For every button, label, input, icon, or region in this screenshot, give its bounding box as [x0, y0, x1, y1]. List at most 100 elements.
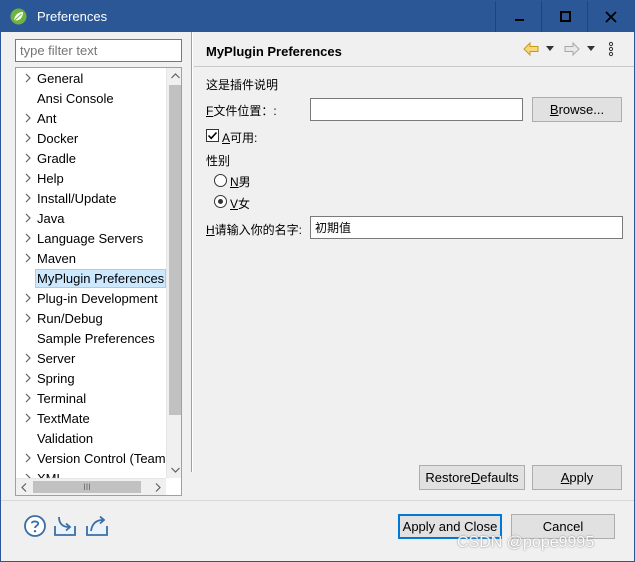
- scroll-left-arrow-icon[interactable]: [16, 479, 32, 495]
- chevron-right-icon[interactable]: [23, 171, 33, 185]
- tree-item[interactable]: Java: [16, 208, 166, 228]
- tree-item-label: Ansi Console: [37, 91, 114, 106]
- chevron-right-icon[interactable]: [23, 71, 33, 85]
- tree-item-label: Plug-in Development: [37, 291, 158, 306]
- restore-defaults-button[interactable]: Restore Defaults: [419, 465, 525, 490]
- tree-item-label: Java: [37, 211, 65, 226]
- tree-item[interactable]: Gradle: [16, 148, 166, 168]
- chevron-right-icon[interactable]: [23, 371, 33, 385]
- chevron-right-icon[interactable]: [23, 211, 33, 225]
- tree-item-label: Gradle: [37, 151, 77, 166]
- tree-item[interactable]: Ant: [16, 108, 166, 128]
- tree-item-label: Help: [37, 171, 64, 186]
- radio-male-label[interactable]: N男: [230, 173, 251, 190]
- dialog-content: General Ansi Console Ant Docker Gradle Help In…: [1, 32, 634, 561]
- tree-item-label: TextMate: [37, 411, 90, 426]
- back-dropdown-icon[interactable]: [546, 46, 554, 52]
- tree-item[interactable]: MyPlugin Preferences: [16, 268, 166, 288]
- gender-group-label: 性别: [206, 154, 231, 168]
- enabled-checkbox[interactable]: [206, 129, 219, 142]
- tree-item[interactable]: TextMate: [16, 408, 166, 428]
- tree-item-label: XML: [37, 471, 64, 478]
- scroll-right-arrow-icon[interactable]: [150, 479, 166, 495]
- preference-tree[interactable]: General Ansi Console Ant Docker Gradle Help In…: [15, 67, 182, 496]
- tree-item-label: General: [37, 71, 84, 86]
- chevron-right-icon[interactable]: [23, 111, 33, 125]
- chevron-right-icon[interactable]: [23, 411, 33, 425]
- minimize-icon: [514, 19, 524, 21]
- tree-item-label: Validation: [37, 431, 94, 446]
- enabled-checkbox-label[interactable]: A可用:: [222, 129, 257, 146]
- filter-input[interactable]: [15, 39, 182, 62]
- radio-female-label[interactable]: V女: [230, 195, 250, 212]
- help-icon[interactable]: [23, 514, 47, 538]
- apply-button[interactable]: Apply: [532, 465, 622, 490]
- tree-item[interactable]: Spring: [16, 368, 166, 388]
- tree-item[interactable]: Run/Debug: [16, 308, 166, 328]
- close-button[interactable]: [588, 1, 634, 32]
- minimize-button[interactable]: [496, 1, 542, 32]
- chevron-right-icon[interactable]: [23, 311, 33, 325]
- scroll-grip-glyph: III: [83, 482, 91, 492]
- tree-item[interactable]: Validation: [16, 428, 166, 448]
- forward-dropdown-icon[interactable]: [587, 46, 595, 52]
- radio-male[interactable]: [214, 174, 227, 187]
- tree-item[interactable]: Terminal: [16, 388, 166, 408]
- chevron-right-icon[interactable]: [23, 471, 33, 478]
- chevron-right-icon[interactable]: [23, 291, 33, 305]
- chevron-right-icon[interactable]: [23, 251, 33, 265]
- watermark-text: CSDN @pope9995: [457, 534, 595, 551]
- name-input[interactable]: [310, 216, 623, 239]
- tree-horizontal-scrollbar[interactable]: III: [16, 478, 166, 495]
- tree-item-label: Run/Debug: [37, 311, 103, 326]
- back-arrow-icon[interactable]: [523, 42, 539, 56]
- tree-item[interactable]: XML: [16, 468, 166, 478]
- radio-female[interactable]: [214, 195, 227, 208]
- scroll-up-arrow-icon[interactable]: [167, 68, 181, 84]
- maximize-icon: [559, 11, 571, 22]
- plugin-description: 这是插件说明: [206, 78, 279, 92]
- chevron-right-icon[interactable]: [23, 231, 33, 245]
- vertical-scroll-thumb[interactable]: [169, 85, 181, 415]
- tree-item[interactable]: Install/Update: [16, 188, 166, 208]
- horizontal-scroll-thumb[interactable]: III: [33, 481, 141, 493]
- browse-button[interactable]: Browse...: [532, 97, 622, 122]
- tree-item[interactable]: Sample Preferences: [16, 328, 166, 348]
- tree-item-label: Server: [37, 351, 76, 366]
- tree-item[interactable]: Plug-in Development: [16, 288, 166, 308]
- chevron-right-icon[interactable]: [23, 451, 33, 465]
- tree-item[interactable]: Docker: [16, 128, 166, 148]
- tree-item[interactable]: Maven: [16, 248, 166, 268]
- pane-divider[interactable]: [191, 32, 193, 472]
- footer-separator: [1, 500, 634, 501]
- tree-vertical-scrollbar[interactable]: [166, 68, 181, 478]
- import-icon[interactable]: [53, 514, 77, 538]
- tree-item-label: Install/Update: [37, 191, 117, 206]
- page-title: MyPlugin Preferences: [206, 44, 342, 59]
- page-navigation: [523, 41, 623, 59]
- tree-item-label: Terminal: [37, 391, 87, 406]
- tree-item[interactable]: Server: [16, 348, 166, 368]
- chevron-right-icon[interactable]: [23, 391, 33, 405]
- tree-item[interactable]: Language Servers: [16, 228, 166, 248]
- maximize-button[interactable]: [542, 1, 588, 32]
- preferences-window: Preferences General Ansi Console Ant Docker…: [0, 0, 635, 562]
- tree-item[interactable]: Version Control (Team): [16, 448, 166, 468]
- tree-item[interactable]: General: [16, 68, 166, 88]
- file-location-input[interactable]: [310, 98, 523, 121]
- tree-item-label: Maven: [37, 251, 77, 266]
- chevron-right-icon[interactable]: [23, 191, 33, 205]
- forward-arrow-icon: [564, 42, 580, 56]
- tree-item-label: Docker: [37, 131, 79, 146]
- scroll-down-arrow-icon[interactable]: [167, 462, 181, 478]
- close-icon: [605, 10, 617, 23]
- export-icon[interactable]: [85, 514, 109, 538]
- view-menu-icon[interactable]: [608, 41, 614, 57]
- tree-item[interactable]: Help: [16, 168, 166, 188]
- chevron-right-icon[interactable]: [23, 131, 33, 145]
- tree-item[interactable]: Ansi Console: [16, 88, 166, 108]
- title-bar[interactable]: Preferences: [1, 1, 634, 32]
- chevron-right-icon[interactable]: [23, 151, 33, 165]
- chevron-right-icon[interactable]: [23, 351, 33, 365]
- file-location-label: F文件位置：:: [206, 104, 277, 118]
